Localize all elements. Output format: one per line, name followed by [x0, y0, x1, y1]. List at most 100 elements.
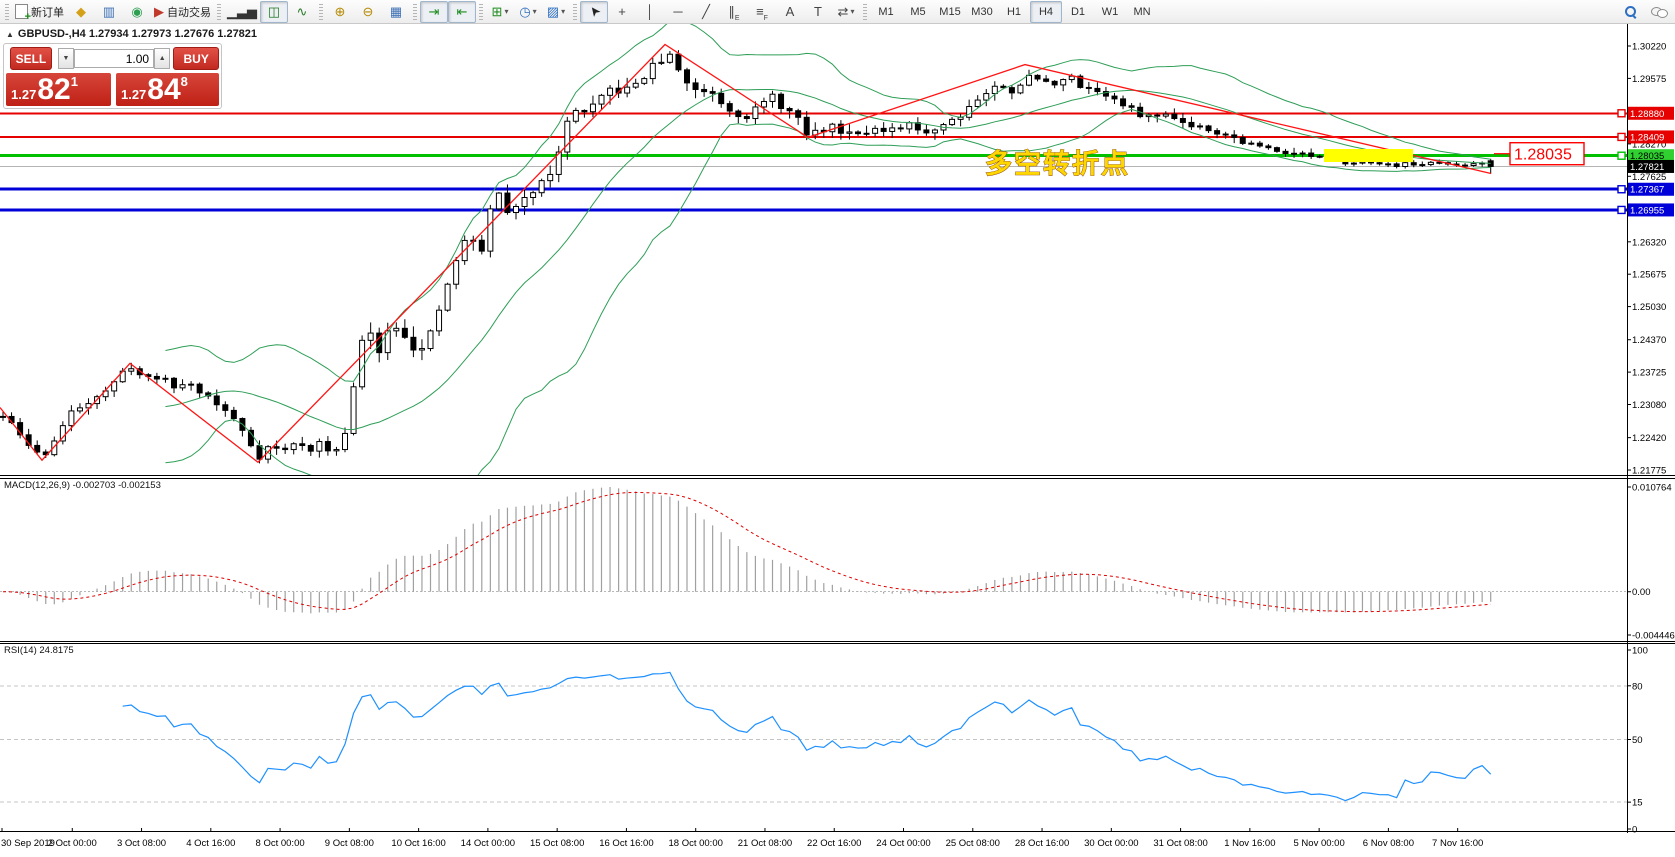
price-tick-1.25030: 1.25030 — [1632, 302, 1666, 313]
price-tick-1.26320: 1.26320 — [1632, 237, 1666, 248]
zoom-in-button[interactable]: ⊕ — [326, 1, 354, 23]
trendline-tool-icon: ╱ — [702, 4, 710, 19]
crosshair-tool-button[interactable]: + — [608, 1, 636, 23]
buy-button[interactable]: BUY — [173, 47, 219, 70]
text-label-tool-icon: T — [814, 4, 822, 19]
rsi-value: 24.8175 — [39, 645, 74, 656]
line-handle[interactable] — [1617, 151, 1626, 160]
macd-panel[interactable]: 0.010764 0.00 -0.004446 — [0, 478, 1675, 643]
volume-increase-button[interactable]: ▲ — [154, 48, 171, 69]
line-chart-button[interactable]: ∿ — [288, 1, 316, 23]
price-tick-1.27625: 1.27625 — [1632, 172, 1666, 183]
time-label: 4 Oct 16:00 — [186, 838, 236, 849]
line-handle[interactable] — [1617, 185, 1626, 194]
timeframe-w1-button[interactable]: W1 — [1094, 1, 1126, 23]
timeframe-d1-button[interactable]: D1 — [1062, 1, 1094, 23]
navigator-button[interactable]: ▥ — [95, 1, 123, 23]
time-axis[interactable]: 30 Sep 2019 2 Oct 00:00 3 Oct 08:00 4 Oct 1… — [0, 833, 1675, 857]
buy-price-pip: 8 — [180, 74, 188, 89]
svg-text:1.28880: 1.28880 — [1630, 109, 1664, 120]
macd-label: MACD(12,26,9) -0.002703 -0.002153 — [4, 480, 161, 491]
macd-tick-0.00: 0.00 — [1632, 587, 1651, 598]
rsi-title: RSI(14) — [4, 645, 37, 656]
time-label: 7 Nov 16:00 — [1432, 838, 1484, 849]
chevron-down-icon: ▾ — [504, 7, 509, 16]
periods-menu-button[interactable]: ◷ ▾ — [514, 1, 542, 23]
zoom-out-icon: ⊖ — [362, 4, 374, 19]
navigator-icon: ▥ — [102, 4, 116, 19]
auto-scroll-icon: ⇥ — [428, 4, 440, 19]
timeframe-m5-button[interactable]: M5 — [902, 1, 934, 23]
text-tool-icon: A — [785, 4, 795, 19]
chart-title: ▲ GBPUSD-,H4 1.27934 1.27973 1.27676 1.27… — [6, 28, 257, 40]
time-label: 8 Oct 00:00 — [255, 838, 305, 849]
one-click-trading-panel: SELL ▼ ▲ BUY 1.27 82 1 1.27 84 8 — [3, 43, 222, 109]
text-label-tool-button[interactable]: T — [804, 1, 832, 23]
line-handle[interactable] — [1617, 132, 1626, 142]
new-order-icon — [15, 4, 31, 23]
indicators-menu-button[interactable]: ⊞ ▾ — [486, 1, 514, 23]
trendline-tool-button[interactable]: ╱ — [692, 1, 720, 23]
channel-tool-button[interactable]: ∥ E — [720, 1, 748, 23]
arrows-tool-button[interactable]: ⇄ ▾ — [832, 1, 860, 23]
tile-windows-button[interactable]: ▦ — [382, 1, 410, 23]
sell-price-button[interactable]: 1.27 82 1 — [6, 73, 111, 106]
volume-decrease-button[interactable]: ▼ — [57, 48, 75, 69]
fibonacci-tool-sub-letter: F — [763, 14, 768, 22]
volume-input[interactable] — [74, 49, 155, 68]
chevron-down-icon: ▾ — [561, 7, 566, 16]
price-tick-1.22420: 1.22420 — [1632, 433, 1666, 444]
macd-tick-0.010764: 0.010764 — [1632, 483, 1672, 494]
main-chart[interactable]: 多空转折点 1.28035 1.30220 1.29575 1.26320 1.25675… — [0, 24, 1675, 478]
zoom-out-button[interactable]: ⊖ — [354, 1, 382, 23]
toolbar-grip — [413, 3, 417, 20]
timeframe-m15-button[interactable]: M15 — [934, 1, 966, 23]
search-button[interactable] — [1617, 1, 1645, 23]
vline-tool-button[interactable]: │ — [636, 1, 664, 23]
auto-scroll-button[interactable]: ⇥ — [420, 0, 448, 23]
autotrading-label: 自动交易 — [167, 6, 211, 19]
time-label: 3 Oct 08:00 — [116, 838, 167, 849]
timeframe-m30-button[interactable]: M30 — [966, 1, 998, 23]
timeframe-h1-button[interactable]: H1 — [998, 1, 1030, 23]
chart-shift-icon: ⇤ — [456, 4, 468, 19]
turning-point-annotation[interactable]: 多空转折点 — [985, 148, 1130, 180]
time-label: 14 Oct 00:00 — [460, 838, 516, 849]
timeframe-mn-button[interactable]: MN — [1126, 1, 1158, 23]
line-handle[interactable] — [1617, 109, 1626, 118]
periods-menu-icon: ◷ — [519, 4, 531, 19]
timeframe-m1-button[interactable]: M1 — [870, 1, 902, 23]
fibonacci-tool-button[interactable]: ≡ F — [748, 1, 776, 23]
cursor-tool-button[interactable]: ➤ — [580, 0, 608, 23]
toolbar: 新订单◆▥◉▶自动交易▁▃▅◫∿⊕⊖▦⇥⇤⊞▾◷▾▨▾➤+│─╱∥E≡FAT⇄▾… — [0, 0, 1675, 24]
yellow-highlight[interactable] — [1324, 149, 1413, 162]
templates-menu-button[interactable]: ▨ ▾ — [542, 1, 570, 23]
price-tick-1.21775: 1.21775 — [1632, 466, 1666, 477]
sell-price-pip: 1 — [70, 74, 78, 89]
text-tool-button[interactable]: A — [776, 1, 804, 23]
candlestick-chart-button[interactable]: ◫ — [260, 0, 288, 23]
price-tick-1.30220: 1.30220 — [1632, 42, 1666, 53]
timeframe-h4-button[interactable]: H4 — [1030, 0, 1062, 23]
rsi-label: RSI(14) 24.8175 — [4, 645, 74, 656]
sell-button[interactable]: SELL — [10, 47, 52, 70]
time-label: 10 Oct 16:00 — [391, 838, 446, 849]
new-order-button[interactable]: 新订单 — [12, 1, 67, 23]
buy-price-button[interactable]: 1.27 84 8 — [115, 73, 219, 106]
svg-text:1.27821: 1.27821 — [1630, 162, 1664, 173]
bar-chart-button[interactable]: ▁▃▅ — [224, 1, 260, 23]
line-handle[interactable] — [1617, 205, 1626, 215]
signals-button[interactable]: ◉ — [123, 1, 151, 23]
chart-shift-button[interactable]: ⇤ — [448, 0, 476, 23]
time-label: 31 Oct 08:00 — [1153, 838, 1208, 849]
buy-price-big: 84 — [147, 73, 181, 106]
market-watch-button[interactable]: ◆ — [67, 1, 95, 23]
community-button[interactable] — [1645, 1, 1673, 23]
sell-price-big: 82 — [37, 73, 71, 106]
collapse-panel-icon[interactable]: ▲ — [6, 30, 14, 39]
autotrading-button[interactable]: ▶ 自动交易 — [151, 1, 214, 23]
hline-tool-button[interactable]: ─ — [664, 1, 692, 23]
rsi-panel[interactable]: 1008050150 — [0, 643, 1675, 833]
search-icon — [1625, 5, 1637, 18]
time-label: 2 Oct 00:00 — [47, 838, 97, 849]
